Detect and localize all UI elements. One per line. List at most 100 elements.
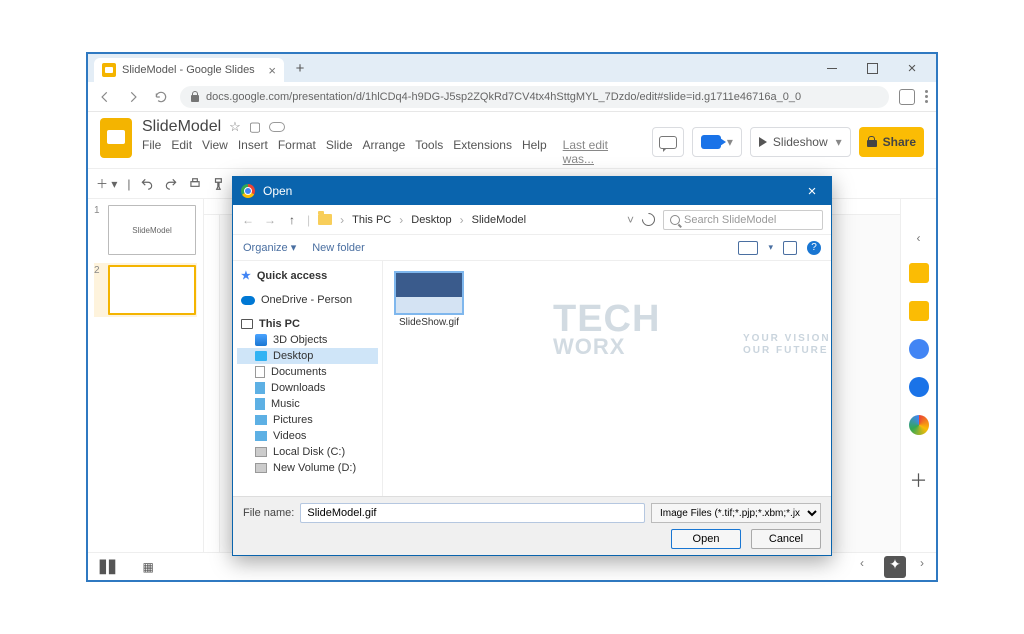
tree-local-disk[interactable]: Local Disk (C:): [237, 444, 378, 460]
folder-icon: [318, 214, 332, 225]
menu-file[interactable]: File: [142, 138, 161, 166]
chrome-icon: [241, 184, 255, 198]
address-bar[interactable]: docs.google.com/presentation/d/1hlCDq4-h…: [180, 86, 889, 108]
new-slide-button[interactable]: ＋ ▾: [96, 175, 117, 192]
extensions-icon[interactable]: [899, 89, 915, 105]
grid-view-icon[interactable]: ▦: [142, 560, 153, 574]
bottom-bar: ▋▋ ▦ ‹ ›: [88, 552, 936, 580]
add-addon-icon[interactable]: ＋: [910, 467, 928, 493]
undo-button[interactable]: [140, 177, 154, 191]
menu-view[interactable]: View: [202, 138, 228, 166]
new-folder-button[interactable]: New folder: [312, 242, 365, 254]
tree-music[interactable]: Music: [237, 396, 378, 412]
tab-title: SlideModel - Google Slides: [122, 64, 255, 76]
breadcrumb-item[interactable]: SlideModel: [472, 214, 526, 226]
dialog-search-input[interactable]: Search SlideModel: [663, 210, 823, 230]
meet-icon: [701, 135, 721, 149]
menu-tools[interactable]: Tools: [415, 138, 443, 166]
file-item[interactable]: SlideShow.gif: [393, 271, 465, 328]
header-actions: ▾ Slideshow▾ Share: [652, 118, 924, 166]
tasks-icon[interactable]: [909, 339, 929, 359]
meet-button[interactable]: ▾: [692, 127, 742, 157]
cancel-button[interactable]: Cancel: [751, 529, 821, 549]
comment-history-button[interactable]: [652, 127, 684, 157]
open-button[interactable]: Open: [671, 529, 741, 549]
window-controls: ×: [812, 54, 936, 82]
share-button[interactable]: Share: [859, 127, 924, 157]
menu-format[interactable]: Format: [278, 138, 316, 166]
hide-sidepanel-icon[interactable]: ‹: [917, 231, 921, 245]
dialog-file-area[interactable]: SlideShow.gif TECH WORX YOUR VISION OUR …: [383, 261, 831, 496]
document-title[interactable]: SlideModel: [142, 118, 221, 136]
file-thumbnail: [394, 271, 464, 315]
file-name-label: File name:: [243, 507, 294, 519]
dialog-close-button[interactable]: ×: [801, 183, 823, 200]
nav-forward-button[interactable]: [124, 88, 142, 106]
slide-thumbnail-2[interactable]: 2: [94, 263, 197, 317]
disk-icon: [255, 463, 267, 473]
tree-onedrive[interactable]: OneDrive - Person: [237, 292, 378, 308]
nav-back-button[interactable]: [96, 88, 114, 106]
comment-icon: [659, 136, 677, 149]
calendar-icon[interactable]: [909, 263, 929, 283]
filmstrip-view-icon[interactable]: ▋▋: [100, 560, 118, 574]
menu-edit[interactable]: Edit: [171, 138, 192, 166]
file-open-dialog: Open × ← → ↑ | › This PC › Desktop › Sli…: [232, 176, 832, 556]
tree-pictures[interactable]: Pictures: [237, 412, 378, 428]
window-minimize-button[interactable]: [812, 54, 852, 82]
scroll-right-icon[interactable]: ›: [920, 556, 924, 578]
folder-icon: [255, 398, 265, 410]
breadcrumb-item[interactable]: This PC: [352, 214, 391, 226]
view-mode-button[interactable]: [738, 241, 758, 255]
menu-extensions[interactable]: Extensions: [453, 138, 512, 166]
slides-logo-icon[interactable]: [100, 118, 132, 158]
dialog-up-button[interactable]: ↑: [285, 213, 299, 227]
tree-quick-access[interactable]: ★Quick access: [237, 267, 378, 284]
menu-insert[interactable]: Insert: [238, 138, 268, 166]
cloud-status-icon[interactable]: [269, 122, 285, 132]
file-name-input[interactable]: [300, 503, 645, 523]
slideshow-button[interactable]: Slideshow▾: [750, 127, 851, 157]
menu-slide[interactable]: Slide: [326, 138, 353, 166]
browser-tab[interactable]: SlideModel - Google Slides ×: [94, 58, 284, 82]
star-icon[interactable]: ☆: [229, 119, 241, 135]
move-folder-icon[interactable]: ▢: [249, 119, 261, 135]
browser-menu-icon[interactable]: [925, 90, 928, 103]
menu-help[interactable]: Help: [522, 138, 547, 166]
breadcrumb-item[interactable]: Desktop: [411, 214, 451, 226]
last-edit-label[interactable]: Last edit was...: [563, 138, 642, 166]
menu-arrange[interactable]: Arrange: [363, 138, 406, 166]
tree-this-pc[interactable]: This PC: [237, 316, 378, 332]
tab-close-icon[interactable]: ×: [268, 63, 276, 78]
slide-thumbnail-1[interactable]: 1 SlideModel: [94, 205, 197, 255]
tree-new-volume[interactable]: New Volume (D:): [237, 460, 378, 476]
redo-button[interactable]: [164, 177, 178, 191]
file-type-select[interactable]: Image Files (*.tif;*.pjp;*.xbm;*.jx: [651, 503, 821, 523]
tree-videos[interactable]: Videos: [237, 428, 378, 444]
dialog-tree: ★Quick access OneDrive - Person This PC …: [233, 261, 383, 496]
paint-format-button[interactable]: [212, 177, 226, 191]
maps-icon[interactable]: [909, 415, 929, 435]
tree-downloads[interactable]: Downloads: [237, 380, 378, 396]
dialog-back-button[interactable]: ←: [241, 213, 255, 227]
folder-icon: [255, 334, 267, 346]
scroll-left-icon[interactable]: ‹: [860, 556, 864, 578]
menu-bar: File Edit View Insert Format Slide Arran…: [142, 138, 642, 166]
refresh-icon[interactable]: [639, 210, 657, 228]
thumb-number: 1: [94, 205, 104, 216]
tree-documents[interactable]: Documents: [237, 364, 378, 380]
print-button[interactable]: [188, 177, 202, 191]
window-close-button[interactable]: ×: [892, 54, 932, 82]
contacts-icon[interactable]: [909, 377, 929, 397]
help-icon[interactable]: ?: [807, 241, 821, 255]
nav-reload-button[interactable]: [152, 88, 170, 106]
explore-button[interactable]: [884, 556, 906, 578]
new-tab-button[interactable]: +: [288, 60, 312, 77]
organize-button[interactable]: Organize ▾: [243, 241, 296, 254]
watermark: TECH WORX: [553, 301, 660, 358]
tree-3d-objects[interactable]: 3D Objects: [237, 332, 378, 348]
keep-icon[interactable]: [909, 301, 929, 321]
preview-pane-button[interactable]: [783, 241, 797, 255]
tree-desktop[interactable]: Desktop: [237, 348, 378, 364]
window-maximize-button[interactable]: [852, 54, 892, 82]
